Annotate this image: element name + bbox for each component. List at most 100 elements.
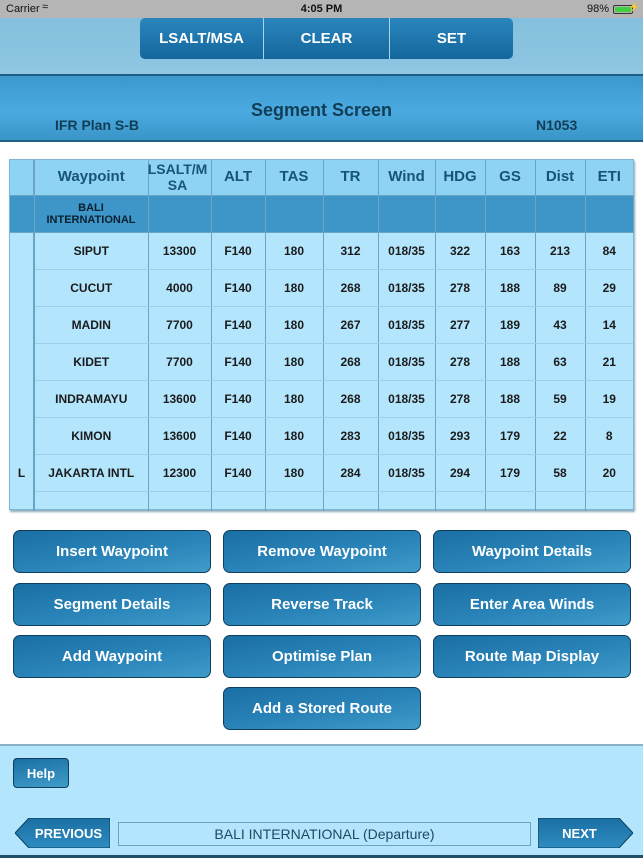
cell-waypoint: KIMON [34,417,149,455]
cell-hdg: 277 [435,306,486,344]
cell-lsalt: 12300 [148,454,212,492]
segment-details-button[interactable]: Segment Details [13,583,211,626]
cell-eti: 84 [585,232,633,270]
enter-area-winds-button[interactable]: Enter Area Winds [433,583,631,626]
table-header-row: Waypoint LSALT/MSA ALT TAS TR Wind HDG G… [10,160,633,196]
add-stored-route-button[interactable]: Add a Stored Route [223,687,421,730]
column-header-waypoint: Waypoint [34,160,149,196]
cell-tas: 180 [265,306,324,344]
cell-alt: F140 [211,417,266,455]
cell-waypoint: INDRAMAYU [34,380,149,418]
cell-alt: F140 [211,269,266,307]
cell-tas: 180 [265,343,324,381]
cell-tas: 180 [265,232,324,270]
table-row[interactable]: MADIN 7700 F140 180 267 018/35 277 189 43 14 [10,306,633,344]
cell-hdg: 278 [435,269,486,307]
clock: 4:05 PM [300,3,343,15]
cell-tr: 312 [323,232,379,270]
cell-lsalt: 7700 [148,343,212,381]
reverse-track-button[interactable]: Reverse Track [223,583,421,626]
table-row[interactable]: CUCUT 4000 F140 180 268 018/35 278 188 89 29 [10,269,633,307]
previous-label: PREVIOUS [34,826,103,841]
cell-eti: 8 [585,417,633,455]
table-row[interactable]: INDRAMAYU 13600 F140 180 268 018/35 278 188 59 19 [10,380,633,418]
cell-lsalt: 7700 [148,306,212,344]
previous-button[interactable]: PREVIOUS [15,818,110,848]
cell-wind: 018/35 [378,417,436,455]
cell-dist: 89 [535,269,586,307]
cell-dist: 59 [535,380,586,418]
cell-flag [10,343,35,380]
optimise-plan-button[interactable]: Optimise Plan [223,635,421,678]
cell-dist: 213 [535,232,586,270]
column-header-lsalt-label: LSALT/MSA [147,161,208,194]
cell-hdg: 278 [435,343,486,381]
table-row[interactable]: SIPUT 13300 F140 180 312 018/35 322 163 213 84 [10,232,633,270]
cell-tr: 268 [323,269,379,307]
table-row[interactable]: L JAKARTA INTL 12300 F140 180 284 018/35 294 179… [10,454,633,492]
cell-gs: 163 [485,232,536,270]
insert-waypoint-button[interactable]: Insert Waypoint [13,530,211,573]
cell-hdg: 278 [435,380,486,418]
cell-tr: 267 [323,306,379,344]
next-label: NEXT [562,826,597,841]
cell-hdg: 294 [435,454,486,492]
cell-waypoint: MADIN [34,306,149,344]
cell-tr: 268 [323,380,379,418]
departure-row[interactable]: BALI INTERNATIONAL [10,195,634,233]
cell-wind: 018/35 [378,232,436,270]
set-button[interactable]: SET [390,18,513,59]
cell-alt: F140 [211,232,266,270]
column-header-dist: Dist [535,160,586,196]
column-header-hdg: HDG [435,160,486,196]
cell-dist: 63 [535,343,586,381]
cell-dist: 43 [535,306,586,344]
cell-waypoint: SIPUT [34,232,149,270]
toolbar: LSALT/MSA CLEAR SET [0,18,643,74]
column-header-tas: TAS [265,160,324,196]
cell-gs: 179 [485,417,536,455]
waypoint-details-button[interactable]: Waypoint Details [433,530,631,573]
route-map-display-button[interactable]: Route Map Display [433,635,631,678]
cell-flag: L [10,454,35,491]
cell-wind: 018/35 [378,454,436,492]
clear-button[interactable]: CLEAR [264,18,390,59]
cell-flag [10,380,35,417]
column-header-wind: Wind [378,160,436,196]
cell-alt: F140 [211,343,266,381]
segment-table: Waypoint LSALT/MSA ALT TAS TR Wind HDG G… [9,159,634,511]
column-header-lsalt-msa: LSALT/MSA [147,160,212,196]
cell-wind: 018/35 [378,306,436,344]
next-button[interactable]: NEXT [538,818,633,848]
help-button[interactable]: Help [13,758,69,788]
cell-wind: 018/35 [378,269,436,307]
cell-eti: 14 [585,306,633,344]
cell-hdg: 293 [435,417,486,455]
empty-row [10,491,633,511]
cell-waypoint: KIDET [34,343,149,381]
cell-gs: 188 [485,269,536,307]
cell-eti: 29 [585,269,633,307]
segmented-control: LSALT/MSA CLEAR SET [140,18,513,59]
remove-waypoint-button[interactable]: Remove Waypoint [223,530,421,573]
lsalt-msa-button[interactable]: LSALT/MSA [140,18,264,59]
add-waypoint-button[interactable]: Add Waypoint [13,635,211,678]
cell-flag [10,306,35,343]
battery-percent: 98% [586,3,609,15]
table-row[interactable]: KIDET 7700 F140 180 268 018/35 278 188 63 21 [10,343,633,381]
cell-gs: 188 [485,380,536,418]
cell-waypoint: CUCUT [34,269,149,307]
cell-flag [10,417,35,454]
status-bar: Carrier ≈ 4:05 PM 98% ⚡ [0,0,643,18]
aircraft-registration: N1053 [536,117,578,133]
cell-tr: 284 [323,454,379,492]
cell-waypoint: JAKARTA INTL [34,454,149,492]
cell-tas: 180 [265,454,324,492]
cell-eti: 21 [585,343,633,381]
column-header-alt: ALT [211,160,266,196]
cell-lsalt: 13600 [148,380,212,418]
cell-gs: 189 [485,306,536,344]
cell-lsalt: 13600 [148,417,212,455]
table-row[interactable]: KIMON 13600 F140 180 283 018/35 293 179 22 8 [10,417,633,455]
cell-dist: 22 [535,417,586,455]
